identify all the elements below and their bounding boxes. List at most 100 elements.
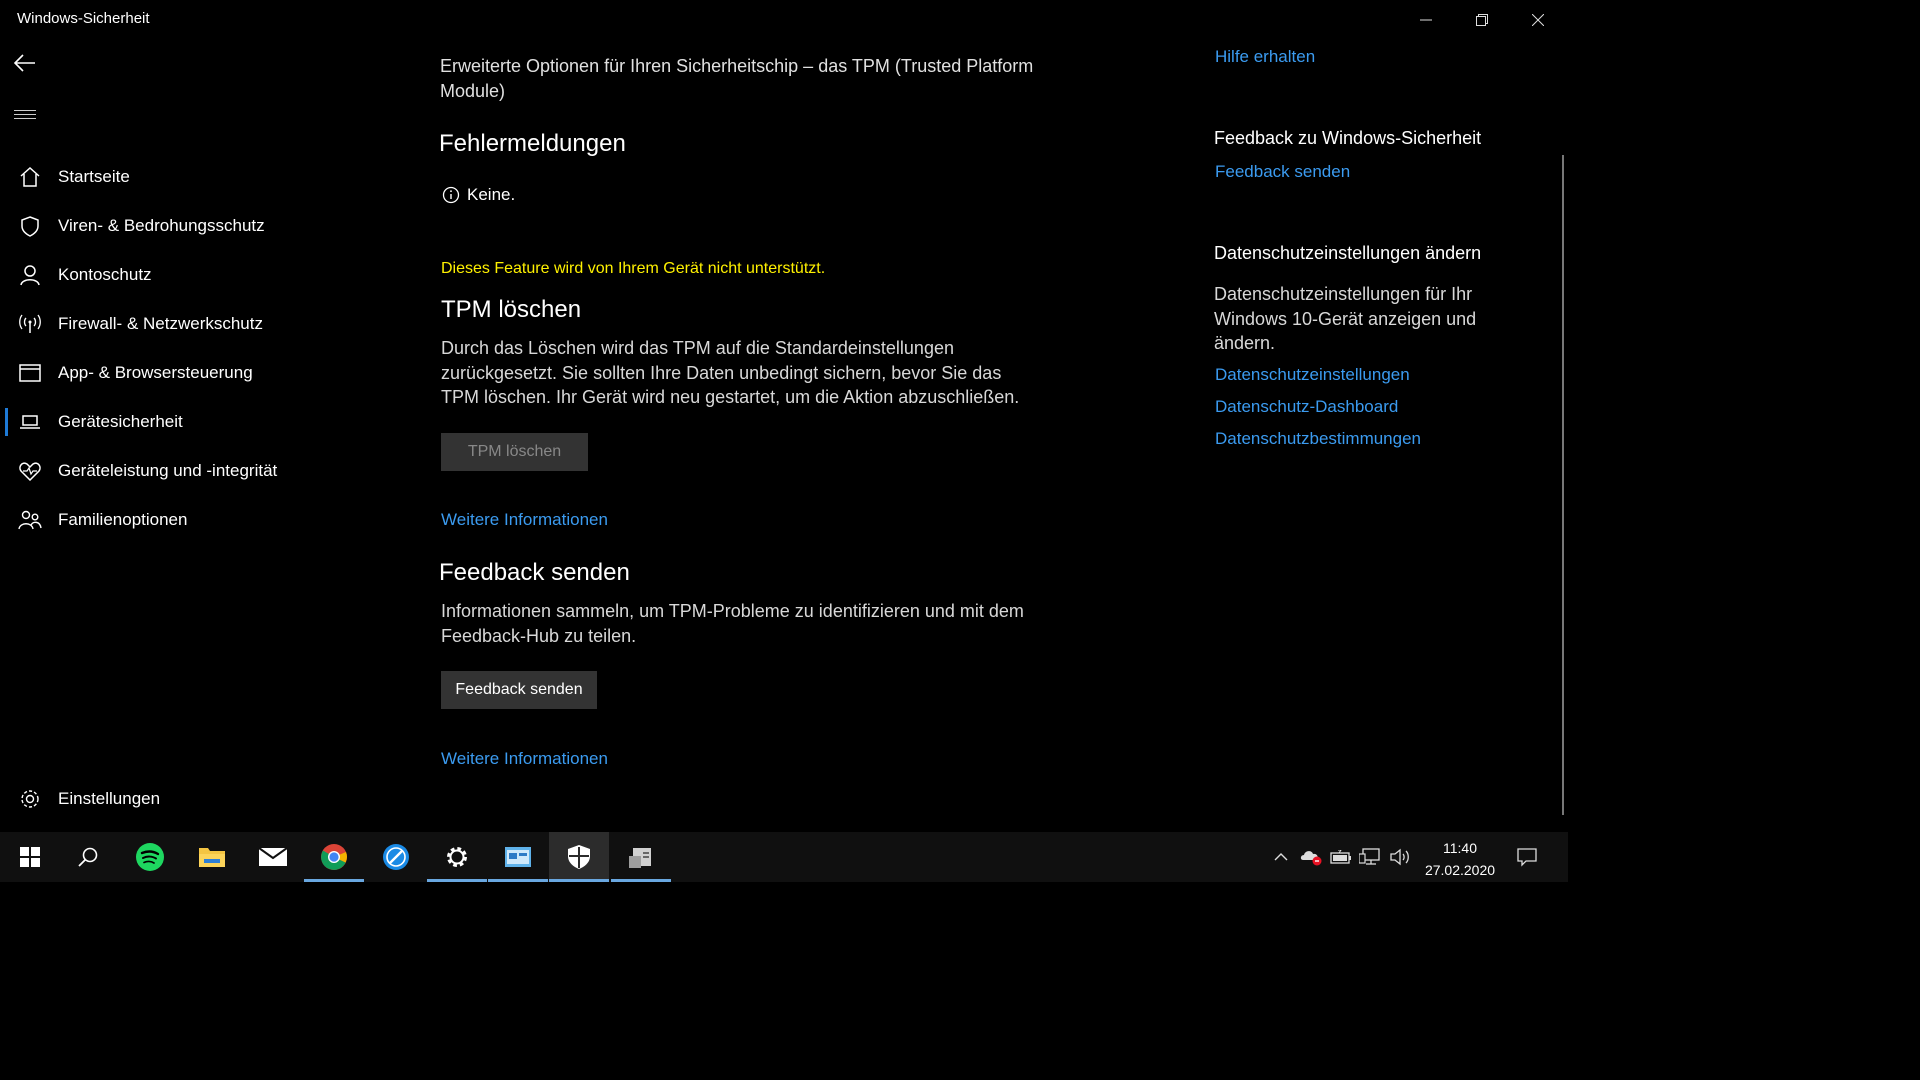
sidebar-item-einstellungen[interactable]: Einstellungen	[0, 777, 330, 821]
taskbar-settings[interactable]	[427, 832, 487, 882]
speaker-icon	[1390, 848, 1409, 866]
minimize-icon	[1420, 19, 1432, 21]
tray-battery[interactable]	[1327, 832, 1355, 882]
close-button[interactable]	[1510, 0, 1566, 40]
unsupported-warning: Dieses Feature wird von Ihrem Gerät nich…	[441, 260, 826, 277]
errors-heading: Fehlermeldungen	[439, 130, 626, 157]
tpm-clear-button[interactable]: TPM löschen	[441, 433, 588, 471]
home-icon	[0, 166, 58, 188]
spotify-icon	[136, 843, 164, 871]
feedback-heading: Feedback senden	[439, 559, 630, 586]
laptop-icon	[0, 413, 58, 431]
taskbar-windows-security[interactable]	[549, 832, 609, 882]
taskbar-file-explorer[interactable]	[182, 832, 242, 882]
tpm-clear-description: Durch das Löschen wird das TPM auf die S…	[441, 338, 1020, 407]
running-indicator	[611, 879, 671, 882]
tray-network[interactable]	[1356, 832, 1384, 882]
feedback-section-heading: Feedback zu Windows-Sicherheit	[1214, 128, 1482, 148]
sidebar-settings-label: Einstellungen	[58, 789, 161, 808]
intro-text: Erweiterte Optionen für Ihren Sicherheit…	[440, 56, 1034, 101]
sidebar-item-label: Geräteleistung und -integrität	[58, 461, 278, 480]
taskbar-spotify[interactable]	[120, 832, 180, 882]
sidebar-item-label: Kontoschutz	[58, 265, 152, 284]
heart-icon	[0, 461, 58, 481]
privacy-settings-link[interactable]: Datenschutzeinstellungen	[1215, 365, 1410, 385]
help-link[interactable]: Hilfe erhalten	[1215, 47, 1315, 67]
taskbar-chrome[interactable]	[304, 832, 364, 882]
sidebar-item-label: Viren- & Bedrohungsschutz	[58, 216, 265, 235]
battery-icon	[1330, 850, 1351, 864]
gear-icon	[0, 788, 58, 810]
scrollbar[interactable]	[1562, 155, 1564, 815]
shield-icon	[0, 215, 58, 237]
remote-app-icon	[383, 844, 409, 870]
start-button[interactable]	[0, 832, 60, 882]
app-window-icon	[0, 363, 58, 383]
privacy-dashboard-link[interactable]: Datenschutz-Dashboard	[1215, 397, 1398, 417]
restore-icon	[1476, 14, 1488, 26]
close-icon	[1532, 14, 1544, 26]
start-icon	[20, 847, 40, 867]
restore-button[interactable]	[1454, 0, 1510, 40]
minimize-button[interactable]	[1398, 0, 1454, 40]
chevron-up-icon	[1274, 853, 1288, 861]
sidebar-item-firewall[interactable]: Firewall- & Netzwerkschutz	[0, 302, 330, 346]
network-icon	[1359, 848, 1380, 865]
notification-icon	[1517, 848, 1537, 867]
clock-date: 27.02.2020	[1424, 862, 1496, 878]
search-icon	[78, 847, 98, 867]
feedback-description: Informationen sammeln, um TPM-Probleme z…	[441, 601, 1024, 646]
feedback-send-button[interactable]: Feedback senden	[441, 671, 597, 709]
errors-row: Keine.	[442, 185, 515, 205]
sidebar-item-geraeteleistung[interactable]: Geräteleistung und -integrität	[0, 449, 330, 493]
taskbar: 11:40 27.02.2020	[0, 832, 1568, 882]
sidebar-item-label: Firewall- & Netzwerkschutz	[58, 314, 263, 333]
antenna-icon	[0, 313, 58, 335]
privacy-section-heading: Datenschutzeinstellungen ändern	[1214, 243, 1482, 263]
sidebar-item-geraetesicherheit[interactable]: Gerätesicherheit	[0, 400, 330, 444]
back-button[interactable]	[12, 50, 38, 76]
action-center-button[interactable]	[1512, 832, 1542, 882]
control-panel-icon	[505, 847, 531, 867]
feedback-link[interactable]: Feedback senden	[1215, 162, 1350, 182]
taskbar-control-panel[interactable]	[488, 832, 548, 882]
window-title: Windows-Sicherheit	[17, 10, 150, 27]
taskbar-device-app[interactable]	[611, 832, 671, 882]
windows-security-icon	[568, 845, 590, 869]
active-indicator	[549, 879, 609, 882]
taskbar-remote-app[interactable]	[366, 832, 426, 882]
sidebar-item-startseite[interactable]: Startseite	[0, 155, 330, 199]
sidebar-item-label: App- & Browsersteuerung	[58, 363, 253, 382]
running-indicator	[488, 879, 548, 882]
tray-overflow-button[interactable]	[1268, 832, 1294, 882]
sidebar-item-app-browser[interactable]: App- & Browsersteuerung	[0, 351, 330, 395]
running-indicator	[427, 879, 487, 882]
back-arrow-icon	[13, 54, 35, 72]
running-indicator	[304, 879, 364, 882]
privacy-description: Datenschutzeinstellungen für Ihr Windows…	[1214, 284, 1477, 353]
info-icon	[442, 186, 460, 204]
clock[interactable]: 11:40 27.02.2020	[1418, 837, 1502, 881]
taskbar-search-button[interactable]	[58, 832, 118, 882]
family-icon	[0, 509, 58, 531]
sidebar-item-label: Gerätesicherheit	[58, 412, 183, 431]
person-icon	[0, 264, 58, 286]
hamburger-menu-button[interactable]	[14, 110, 36, 122]
errors-value: Keine.	[467, 185, 516, 204]
mail-icon	[258, 847, 288, 866]
privacy-statement-link[interactable]: Datenschutzbestimmungen	[1215, 429, 1421, 449]
tpm-more-info-link[interactable]: Weitere Informationen	[441, 510, 608, 530]
feedback-more-info-link[interactable]: Weitere Informationen	[441, 749, 608, 769]
onedrive-error-icon	[1300, 851, 1322, 866]
settings-gear-icon	[447, 847, 467, 867]
clock-time: 11:40	[1443, 840, 1477, 856]
sidebar-item-familienoptionen[interactable]: Familienoptionen	[0, 498, 330, 542]
taskbar-mail[interactable]	[243, 832, 303, 882]
sidebar-item-kontoschutz[interactable]: Kontoschutz	[0, 253, 330, 297]
tray-onedrive[interactable]	[1297, 832, 1325, 882]
sidebar-item-label: Startseite	[58, 167, 130, 186]
tpm-clear-heading: TPM löschen	[441, 296, 582, 323]
tray-volume[interactable]	[1386, 832, 1414, 882]
sidebar-item-label: Familienoptionen	[58, 510, 188, 529]
sidebar-item-viren[interactable]: Viren- & Bedrohungsschutz	[0, 204, 330, 248]
